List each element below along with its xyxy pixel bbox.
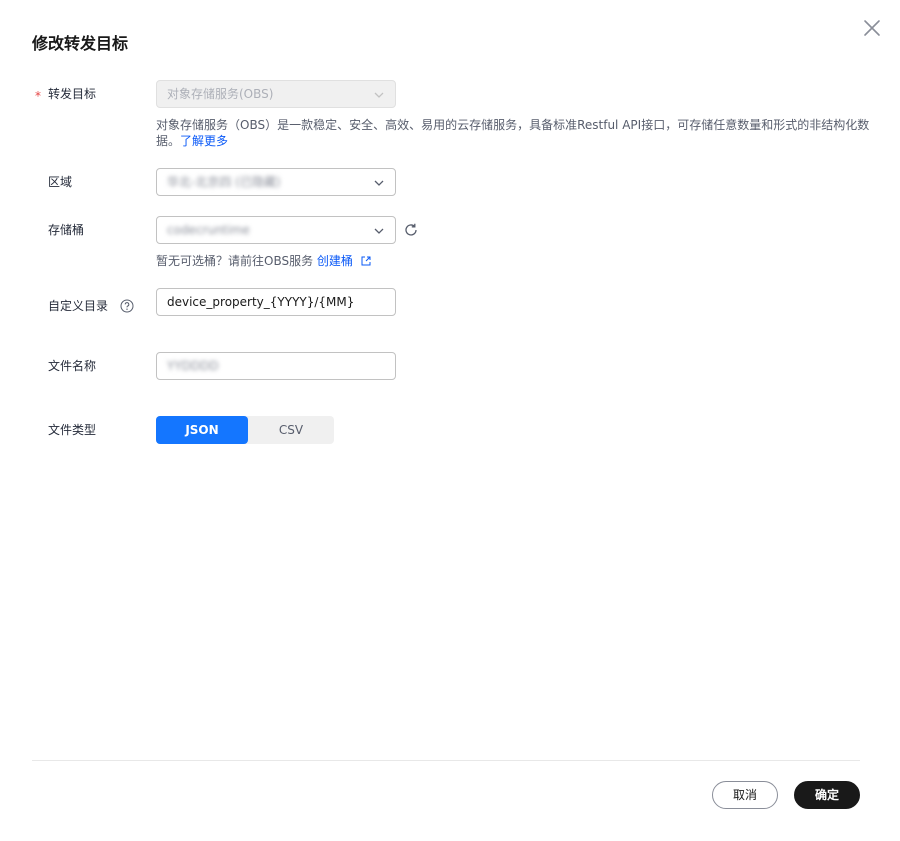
filetype-option-csv[interactable]: CSV: [248, 416, 334, 444]
filename-input[interactable]: YYDDDD: [156, 352, 396, 380]
bucket-hint-text: 暂无可选桶？请前往OBS服务: [156, 254, 314, 268]
filename-input-value: YYDDDD: [167, 359, 219, 373]
chevron-down-icon: [374, 228, 384, 234]
chevron-down-icon: [374, 92, 384, 98]
target-select: 对象存储服务(OBS): [156, 80, 396, 108]
target-select-value: 对象存储服务(OBS): [167, 87, 274, 101]
bucket-hint: 暂无可选桶？请前往OBS服务 创建桶: [156, 253, 371, 269]
bucket-select-value: codecruntime: [167, 223, 250, 237]
edit-forward-target-dialog: 修改转发目标 * 转发目标 对象存储服务(OBS) 对象存储服务（OBS）是一款…: [0, 0, 900, 841]
directory-input[interactable]: device_property_{YYYY}/{MM}: [156, 288, 396, 316]
region-select-value: 华北-北京四 (已隐藏): [167, 175, 281, 189]
create-bucket-link[interactable]: 创建桶: [317, 254, 353, 268]
required-mark: *: [35, 89, 41, 103]
bucket-label: 存储桶: [48, 223, 85, 237]
filetype-segmented-control: JSON CSV: [156, 416, 334, 444]
footer-divider: [32, 760, 860, 761]
target-description-text: 对象存储服务（OBS）是一款稳定、安全、高效、易用的云存储服务，具备标准Rest…: [156, 118, 870, 148]
external-link-icon[interactable]: [361, 256, 371, 266]
filename-label: 文件名称: [48, 359, 97, 373]
filetype-option-json[interactable]: JSON: [156, 416, 248, 444]
region-select[interactable]: 华北-北京四 (已隐藏): [156, 168, 396, 196]
target-description: 对象存储服务（OBS）是一款稳定、安全、高效、易用的云存储服务，具备标准Rest…: [156, 117, 876, 149]
help-icon[interactable]: [120, 299, 134, 313]
close-icon[interactable]: [862, 18, 882, 38]
bucket-select[interactable]: codecruntime: [156, 216, 396, 244]
region-label: 区域: [48, 175, 73, 189]
confirm-button[interactable]: 确定: [794, 781, 860, 809]
directory-input-value: device_property_{YYYY}/{MM}: [167, 295, 355, 309]
chevron-down-icon: [374, 180, 384, 186]
dialog-title: 修改转发目标: [32, 34, 129, 53]
directory-label: 自定义目录: [48, 299, 109, 313]
filetype-label: 文件类型: [48, 423, 97, 437]
refresh-icon[interactable]: [403, 222, 419, 238]
target-label: 转发目标: [48, 87, 97, 101]
cancel-button[interactable]: 取消: [712, 781, 778, 809]
learn-more-link[interactable]: 了解更多: [180, 134, 228, 148]
